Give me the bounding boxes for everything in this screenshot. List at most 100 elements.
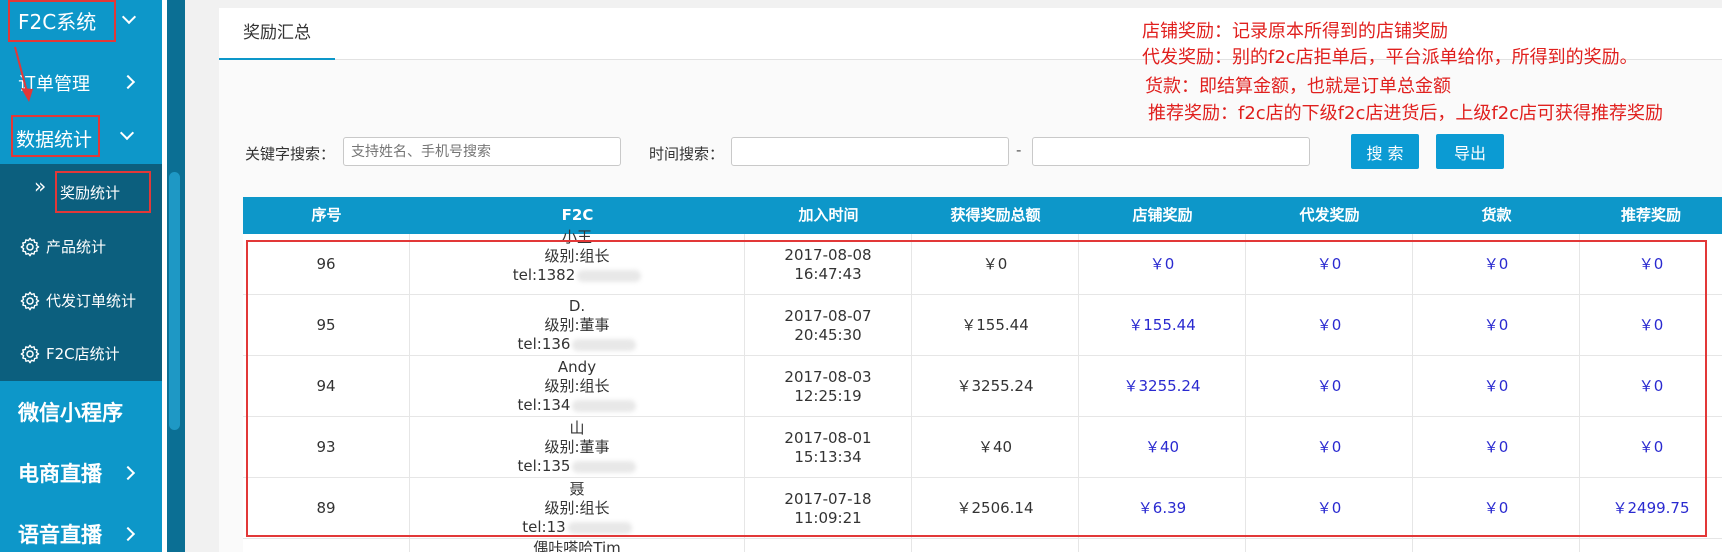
header-join-time[interactable]: 加入时间 <box>745 197 912 234</box>
table-row[interactable]: 94 Andy 级别:组长 tel:134 2017-08-03 12:25:1… <box>243 356 1722 417</box>
cell-id: 93 <box>243 417 410 478</box>
f2c-tel-text: tel:1382 <box>512 266 576 284</box>
f2c-tel: tel:135 <box>518 457 637 476</box>
sidebar-item-f2c-store-statistics[interactable]: F2C店统计 <box>0 328 162 378</box>
header-total-reward[interactable]: 获得奖励总额 <box>912 197 1079 234</box>
double-chevron-right-icon: » <box>34 174 47 198</box>
f2c-level: 级别:组长 <box>544 499 610 517</box>
menu-ecommerce-live-label: 电商直播 <box>18 462 102 486</box>
start-date-input[interactable] <box>731 137 1009 166</box>
join-date: 2017-08-08 <box>784 245 872 264</box>
f2c-tel-text: tel:13 <box>522 518 566 536</box>
export-button[interactable]: 导出 <box>1436 134 1504 169</box>
cell-dropship-reward: ￥0 <box>1246 478 1413 539</box>
cell-payment <box>1413 539 1580 552</box>
f2c-tel: tel:134 <box>518 396 637 415</box>
note-referral-reward: 推荐奖励：f2c店的下级f2c店进货后，上级f2c店可获得推荐奖励 <box>1148 103 1664 124</box>
redacted-blur <box>572 399 637 412</box>
f2c-level: 级别:组长 <box>544 247 610 265</box>
cell-store-reward: ￥40 <box>1079 417 1246 478</box>
cell-total-reward: ￥3255.24 <box>912 356 1079 417</box>
sidebar-item-dropship-order-statistics[interactable]: 代发订单统计 <box>0 275 162 325</box>
keyword-search-input[interactable] <box>343 137 621 166</box>
cell-payment: ￥0 <box>1413 478 1580 539</box>
date-range-separator: - <box>1016 141 1022 159</box>
tab-reward-summary[interactable]: 奖励汇总 <box>219 9 335 60</box>
table-row[interactable]: 89 聂 级别:组长 tel:13 2017-07-18 11:09:21 ￥2… <box>243 478 1722 539</box>
f2c-name: 聂 <box>569 480 585 498</box>
cell-dropship-reward: ￥0 <box>1246 356 1413 417</box>
menu-f2c-system[interactable]: F2C系统 <box>0 0 162 46</box>
sidebar-item-reward-statistics[interactable]: » 奖励统计 <box>0 165 162 215</box>
end-date-input[interactable] <box>1032 137 1310 166</box>
chevron-right-icon <box>120 526 136 542</box>
gear-icon <box>20 344 40 364</box>
sidebar-item-label: 代发订单统计 <box>46 292 137 310</box>
f2c-name: 偶咔嗒哈Tim <box>533 539 621 552</box>
table-row[interactable]: 95 D. 级别:董事 tel:136 2017-08-07 20:45:30 … <box>243 295 1722 356</box>
search-button[interactable]: 搜 索 <box>1351 134 1419 169</box>
f2c-tel: tel:136 <box>518 335 637 354</box>
cell-total-reward: ￥155.44 <box>912 295 1079 356</box>
cell-f2c: Andy 级别:组长 tel:134 <box>410 356 745 417</box>
table-header: 序号 F2C 加入时间 获得奖励总额 店铺奖励 代发奖励 货款 推荐奖励 <box>243 197 1722 234</box>
join-date: 2017-07-18 <box>784 489 872 508</box>
menu-wechat-miniprogram-label: 微信小程序 <box>18 401 123 425</box>
cell-join-time: 2017-08-01 15:13:34 <box>745 417 912 478</box>
cell-store-reward: ￥6.39 <box>1079 478 1246 539</box>
f2c-level: 级别:董事 <box>544 438 610 456</box>
cell-payment: ￥0 <box>1413 295 1580 356</box>
f2c-tel-text: tel:136 <box>517 335 571 353</box>
f2c-name: 小王 <box>561 228 592 246</box>
header-store-reward[interactable]: 店铺奖励 <box>1079 197 1246 234</box>
cell-total-reward: ￥0 <box>912 234 1079 295</box>
time-search-label: 时间搜索： <box>649 145 725 163</box>
redacted-blur <box>577 269 642 282</box>
f2c-tel: tel:13 <box>522 518 632 537</box>
f2c-tel-text: tel:134 <box>517 396 571 414</box>
cell-store-reward: ￥3255.24 <box>1079 356 1246 417</box>
keyword-search-label: 关键字搜索： <box>245 145 336 163</box>
table-body: 96 小王 级别:组长 tel:1382 2017-08-08 16:47:43… <box>243 228 1722 552</box>
f2c-tel-text: tel:135 <box>517 457 571 475</box>
redacted-blur <box>572 338 637 351</box>
cell-referral-reward: ￥0 <box>1638 438 1664 456</box>
cell-f2c: 聂 级别:组长 tel:13 <box>410 478 745 539</box>
cell-id <box>243 539 410 552</box>
cell-payment: ￥0 <box>1413 356 1580 417</box>
cell-payment: ￥0 <box>1413 234 1580 295</box>
f2c-level: 级别:董事 <box>544 316 610 334</box>
menu-ecommerce-live[interactable]: 电商直播 <box>0 446 162 498</box>
sidebar-item-label: 奖励统计 <box>60 184 121 202</box>
cell-dropship-reward <box>1246 539 1413 552</box>
menu-voice-live[interactable]: 语音直播 <box>0 507 162 552</box>
join-clock: 11:09:21 <box>794 508 862 527</box>
f2c-tel: tel:1382 <box>513 266 642 285</box>
table-row[interactable]: 93 山 级别:董事 tel:135 2017-08-01 15:13:34 ￥… <box>243 417 1722 478</box>
cell-referral-reward: ￥0 <box>1638 377 1664 395</box>
table-row[interactable]: 偶咔嗒哈Tim <box>243 539 1722 552</box>
cell-store-reward <box>1079 539 1246 552</box>
header-referral-reward[interactable]: 推荐奖励 <box>1580 197 1722 234</box>
header-dropship-reward[interactable]: 代发奖励 <box>1246 197 1413 234</box>
table-row[interactable]: 96 小王 级别:组长 tel:1382 2017-08-08 16:47:43… <box>243 228 1722 295</box>
cell-total-reward: ￥40 <box>912 417 1079 478</box>
f2c-name: 山 <box>569 419 585 437</box>
redacted-blur <box>567 521 632 534</box>
header-id[interactable]: 序号 <box>243 197 410 234</box>
menu-voice-live-label: 语音直播 <box>18 523 102 547</box>
cell-total-reward <box>912 539 1079 552</box>
menu-data-statistics[interactable]: 数据统计 <box>0 112 162 164</box>
join-clock: 20:45:30 <box>794 325 862 344</box>
sidebar-scrollbar-thumb[interactable] <box>169 172 180 430</box>
cell-dropship-reward: ￥0 <box>1246 234 1413 295</box>
sidebar-item-product-statistics[interactable]: 产品统计 <box>0 221 162 271</box>
header-payment[interactable]: 货款 <box>1413 197 1580 234</box>
chevron-right-icon <box>120 74 136 90</box>
cell-join-time: 2017-08-07 20:45:30 <box>745 295 912 356</box>
cell-id: 89 <box>243 478 410 539</box>
menu-data-statistics-label: 数据统计 <box>16 129 93 151</box>
join-date: 2017-08-01 <box>784 428 872 447</box>
menu-wechat-miniprogram[interactable]: 微信小程序 <box>0 385 162 437</box>
cell-f2c: 偶咔嗒哈Tim <box>410 539 745 552</box>
